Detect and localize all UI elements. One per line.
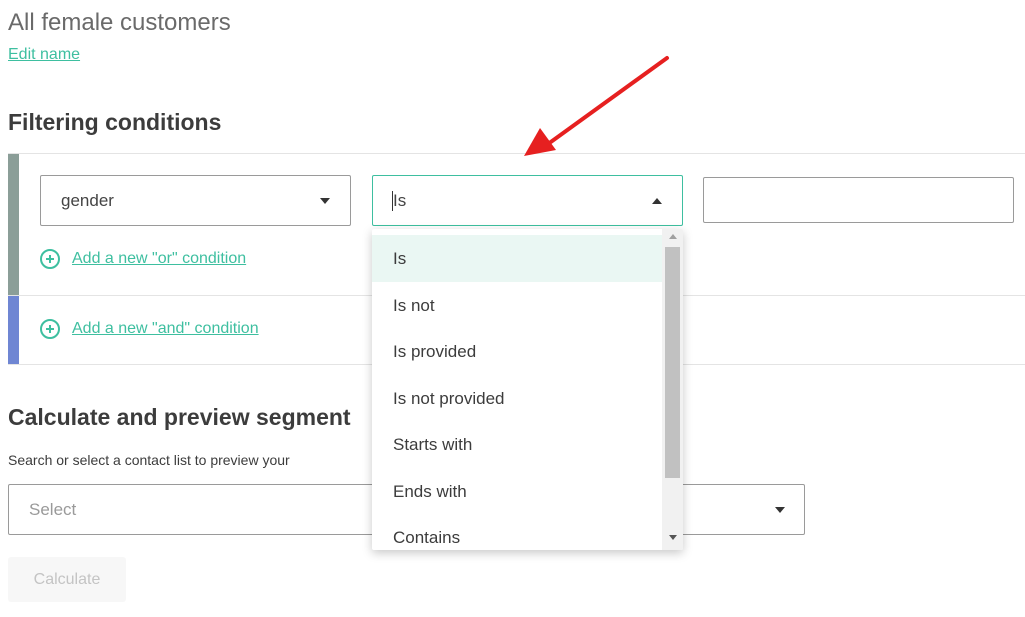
annotation-arrow-icon	[524, 56, 669, 156]
